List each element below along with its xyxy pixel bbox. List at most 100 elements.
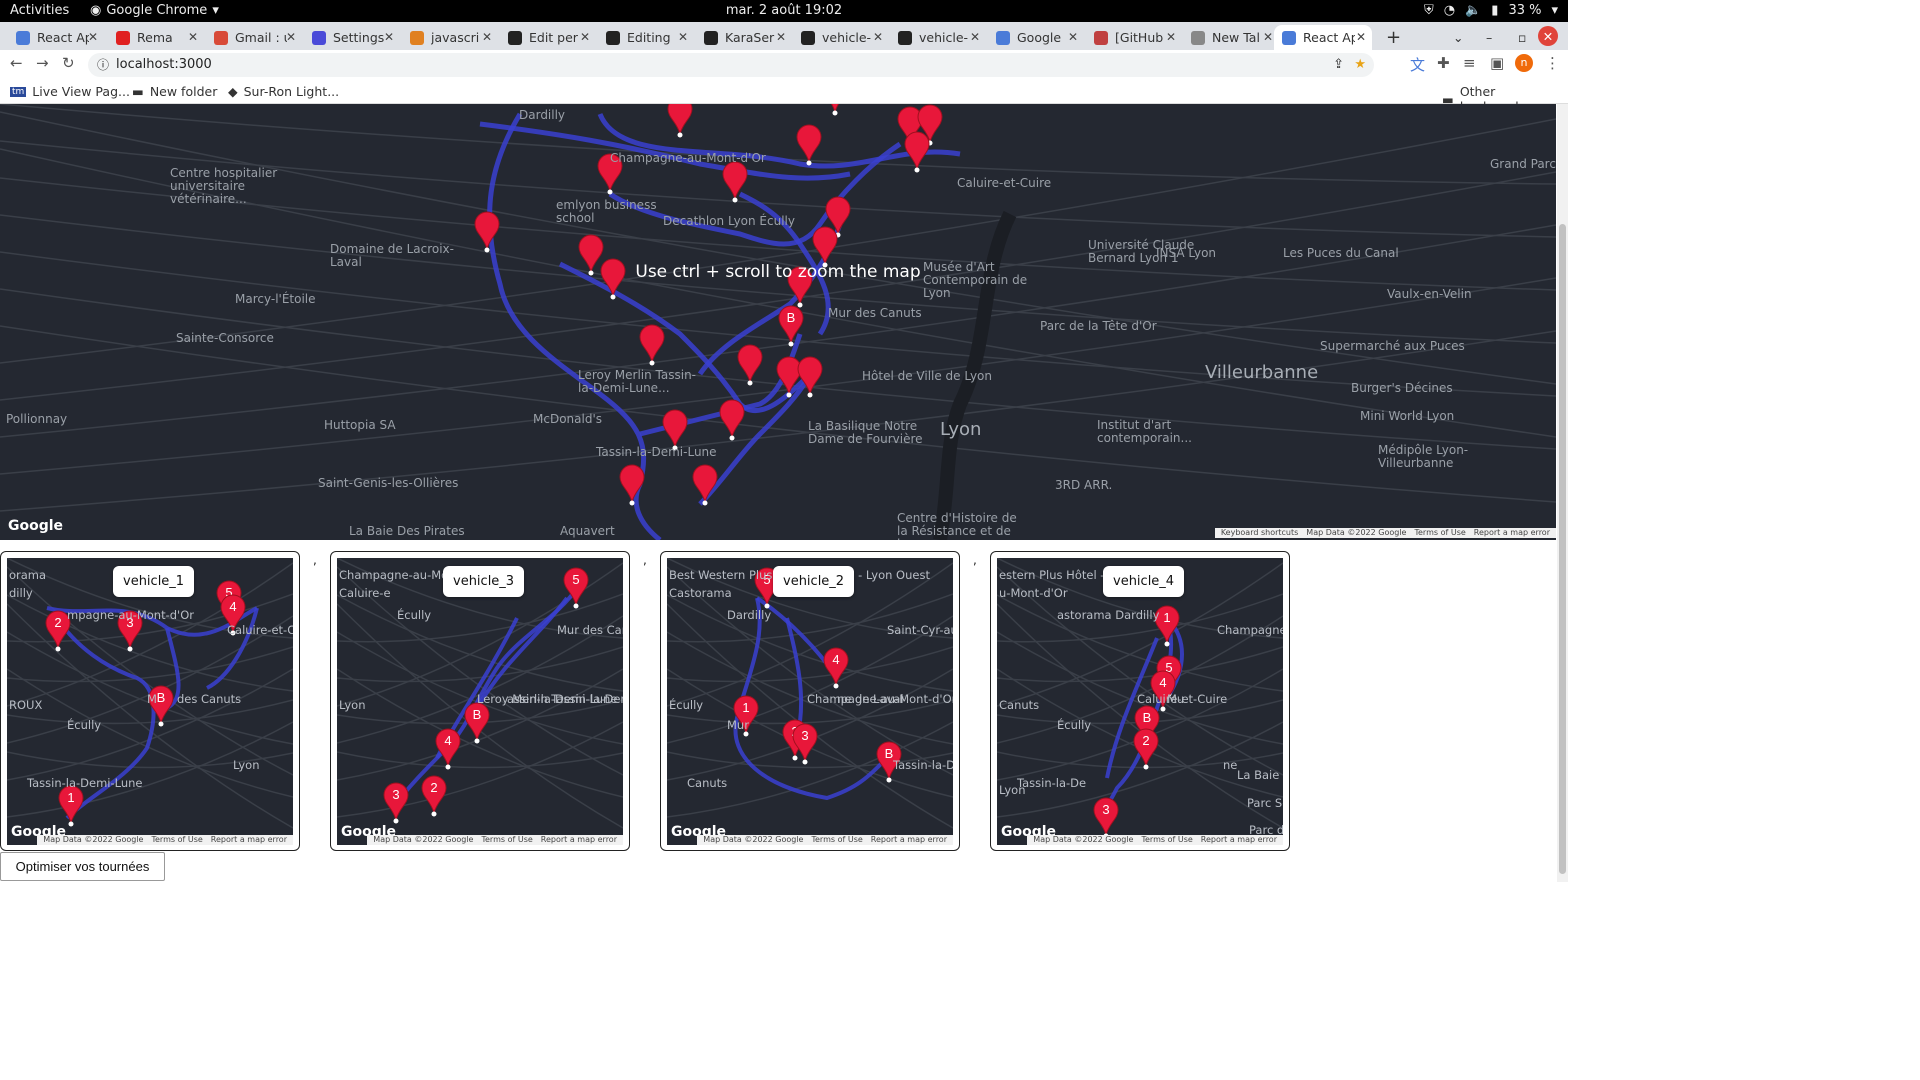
vehicle-map[interactable]: 2 3 5 4 B 1 orama dilly mpagne-au-Mont-d'Or Calui… [7,558,293,845]
bookmark-folder[interactable]: ▬ New folder [132,84,217,99]
close-icon[interactable]: ✕ [384,30,394,44]
terms-link[interactable]: Terms of Use [481,835,532,845]
map-place-label: La Basilique Notre Dame de Fourvière [808,419,923,446]
close-icon[interactable]: ✕ [88,30,98,44]
tab-title: Gmail : u [235,30,287,45]
map-marker[interactable] [619,464,645,506]
tab-title: New Tal [1212,30,1260,45]
folder-icon: ▬ [132,84,144,99]
map-place-label: Dardilly [519,108,566,122]
menu-icon[interactable]: ⋮ [1545,54,1560,72]
vehicle-map[interactable]: 54123BBest Western Plus Hôtel Admiral - … [667,558,953,845]
sidepanel-icon[interactable]: ▣ [1490,54,1504,72]
terms-link[interactable]: Terms of Use [1141,835,1192,845]
media-icon[interactable]: ≡ [1463,54,1476,72]
close-icon[interactable]: ✕ [776,30,786,44]
map-place-label: Supermarché aux Puces [1320,339,1465,353]
close-icon[interactable]: ✕ [286,30,296,44]
window-close-icon[interactable]: ✕ [1538,26,1558,46]
main-map[interactable]: B Use ctrl + scroll to zoom the map Goog… [0,104,1556,540]
tab[interactable]: React Ap ✕ [8,25,104,50]
tab[interactable]: [GitHub ✕ [1086,25,1182,50]
report-error-link[interactable]: Report a map error [211,835,287,845]
tab[interactable]: vehicle- ✕ [793,25,889,50]
tab[interactable]: React Ap ✕ [1274,25,1372,50]
share-icon[interactable]: ⇪ [1333,53,1344,77]
map-marker[interactable] [639,324,665,366]
close-icon[interactable]: ✕ [188,30,198,44]
map-footer: Map Data ©2022 Google Terms of Use Report … [697,835,953,845]
scrollbar[interactable] [1557,104,1568,882]
tab[interactable]: Google ✕ [988,25,1084,50]
tab[interactable]: Gmail : u ✕ [206,25,302,50]
tab-favicon-icon [410,30,424,45]
terms-link[interactable]: Terms of Use [151,835,202,845]
chevron-down-icon: ▾ [1551,3,1558,18]
system-tray[interactable]: ⛨ ◔ 🔈 ▮ 33 % ▾ [1424,3,1558,18]
tab[interactable]: Editing ✕ [598,25,694,50]
map-marker[interactable] [823,104,847,116]
map-marker[interactable] [719,399,745,441]
tab[interactable]: javascri ✕ [402,25,498,50]
forward-icon[interactable]: → [36,54,49,72]
keyboard-shortcuts-link[interactable]: Keyboard shortcuts [1221,528,1298,538]
bookmark-item[interactable]: ◆ Sur-Ron Light... [228,84,339,99]
map-marker[interactable] [737,344,763,386]
tab-favicon-icon [1191,30,1205,45]
stop-marker[interactable]: 3 [383,782,409,824]
close-icon[interactable]: ✕ [678,30,688,44]
extensions-icon[interactable]: ✚ [1437,54,1450,72]
stop-marker[interactable]: 4 [823,647,849,689]
road-line [337,646,623,683]
close-icon[interactable]: ✕ [1356,30,1366,44]
map-place-label: Mur des Canuts [828,306,922,320]
close-icon[interactable]: ✕ [873,30,883,44]
vehicle-map[interactable]: 5 B 4 2 3 Champagne-au-Mont-d'Or Caluire-e Écul… [337,558,623,845]
reload-icon[interactable]: ↻ [62,54,75,72]
close-icon[interactable]: ✕ [1263,30,1273,44]
bookmark-item[interactable]: tm Live View Pag... [10,84,130,99]
map-place-label: Tassin-la-Demi-Lune [893,758,953,772]
clock[interactable]: mar. 2 août 19:02 [0,3,1568,18]
close-icon[interactable]: ✕ [1068,30,1078,44]
close-icon[interactable]: ✕ [970,30,980,44]
info-icon: ⓘ [97,58,110,72]
close-icon[interactable]: ✕ [482,30,492,44]
stop-marker[interactable]: 3 [1093,797,1119,839]
close-icon[interactable]: ✕ [580,30,590,44]
report-error-link[interactable]: Report a map error [1201,835,1277,845]
tab[interactable]: Settings ✕ [304,25,400,50]
vehicle-map[interactable]: 1 5 4 B 2 3 estern Plus Hôtel - Lyon Ouest u-Mo… [997,558,1283,845]
translate-icon[interactable]: 文 [1410,54,1425,75]
report-error-link[interactable]: Report a map error [541,835,617,845]
tab[interactable]: KaraSer ✕ [696,25,792,50]
close-icon[interactable]: ✕ [1166,30,1176,44]
optimize-button[interactable]: Optimiser vos tournées [0,852,165,881]
back-icon[interactable]: ← [10,54,23,72]
tab[interactable]: New Tal ✕ [1183,25,1279,50]
bookmark-star-icon[interactable]: ★ [1354,53,1366,77]
address-bar[interactable]: ⓘ localhost:3000 ⇪ ★ [88,53,1374,77]
new-tab-button[interactable]: + [1378,25,1401,50]
tab[interactable]: Edit per ✕ [500,25,596,50]
stop-marker[interactable]: 2 [421,775,447,817]
tab-search-icon[interactable]: ⌄ [1445,25,1463,50]
report-error-link[interactable]: Report a map error [871,835,947,845]
report-error-link[interactable]: Report a map error [1474,528,1550,538]
scrollbar-thumb[interactable] [1559,224,1566,874]
stop-marker[interactable]: 1 [58,785,84,827]
tab[interactable]: vehicle- ✕ [890,25,986,50]
map-marker[interactable] [474,211,500,253]
terms-link[interactable]: Terms of Use [1414,528,1465,538]
maximize-icon[interactable]: ▫ [1510,25,1526,50]
profile-avatar[interactable]: n [1515,54,1533,72]
map-marker[interactable] [667,104,693,138]
stop-marker[interactable]: 4 [435,728,461,770]
marker-label: B [787,310,796,325]
terms-link[interactable]: Terms of Use [811,835,862,845]
stop-marker[interactable]: 2 [1133,728,1159,770]
minimize-icon[interactable]: – [1478,25,1492,50]
tab[interactable]: Rema ✕ [108,25,204,50]
map-marker[interactable] [692,464,718,506]
system-top-bar: Activities ◉ Google Chrome ▾ mar. 2 août 1… [0,0,1568,22]
